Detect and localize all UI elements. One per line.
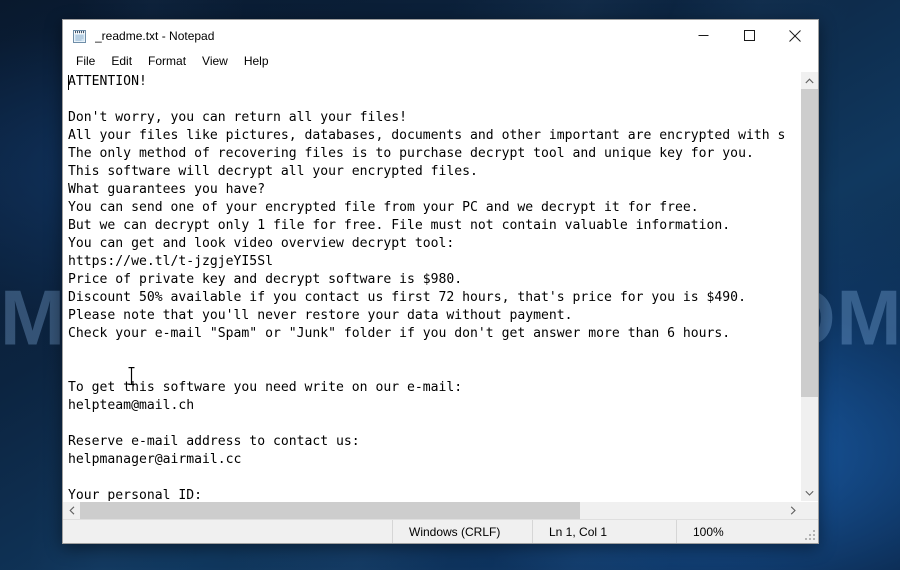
ransom-note-text: ATTENTION! Don't worry, you can return a… xyxy=(68,74,786,501)
vertical-scroll-track[interactable] xyxy=(801,89,818,484)
minimize-button[interactable] xyxy=(680,20,726,51)
window-title: _readme.txt - Notepad xyxy=(95,28,215,43)
status-cursor-position: Ln 1, Col 1 xyxy=(532,520,676,543)
vertical-scrollbar[interactable] xyxy=(800,72,818,501)
vertical-scroll-thumb[interactable] xyxy=(801,89,818,398)
close-button[interactable] xyxy=(772,20,818,51)
window-titlebar[interactable]: _readme.txt - Notepad xyxy=(63,20,818,51)
status-zoom-level: 100% xyxy=(676,520,818,543)
scrollbar-corner xyxy=(801,502,818,519)
status-encoding: Windows (CRLF) xyxy=(392,520,532,543)
notepad-window: _readme.txt - Notepad File Edit Format V… xyxy=(62,19,819,544)
menu-item-file[interactable]: File xyxy=(68,52,103,71)
scroll-up-icon[interactable] xyxy=(801,72,818,89)
status-spacer xyxy=(63,520,392,543)
menu-item-format[interactable]: Format xyxy=(140,52,194,71)
menu-bar: File Edit Format View Help xyxy=(63,51,818,72)
editor-row: ATTENTION! Don't worry, you can return a… xyxy=(63,72,818,501)
maximize-button[interactable] xyxy=(726,20,772,51)
menu-item-edit[interactable]: Edit xyxy=(103,52,140,71)
status-zoom-value: 100% xyxy=(693,524,724,539)
notepad-icon xyxy=(72,28,88,44)
titlebar-left-group: _readme.txt - Notepad xyxy=(63,28,680,44)
horizontal-scroll-thumb[interactable] xyxy=(80,502,580,519)
scroll-left-icon[interactable] xyxy=(63,502,80,519)
horizontal-scroll-track[interactable] xyxy=(80,502,784,519)
text-editor[interactable]: ATTENTION! Don't worry, you can return a… xyxy=(63,72,800,501)
menu-item-view[interactable]: View xyxy=(194,52,236,71)
scroll-right-icon[interactable] xyxy=(784,502,801,519)
scroll-down-icon[interactable] xyxy=(801,484,818,501)
menu-item-help[interactable]: Help xyxy=(236,52,277,71)
resize-grip[interactable] xyxy=(805,530,815,540)
status-bar: Windows (CRLF) Ln 1, Col 1 100% xyxy=(63,519,818,543)
horizontal-scrollbar[interactable] xyxy=(63,501,818,519)
